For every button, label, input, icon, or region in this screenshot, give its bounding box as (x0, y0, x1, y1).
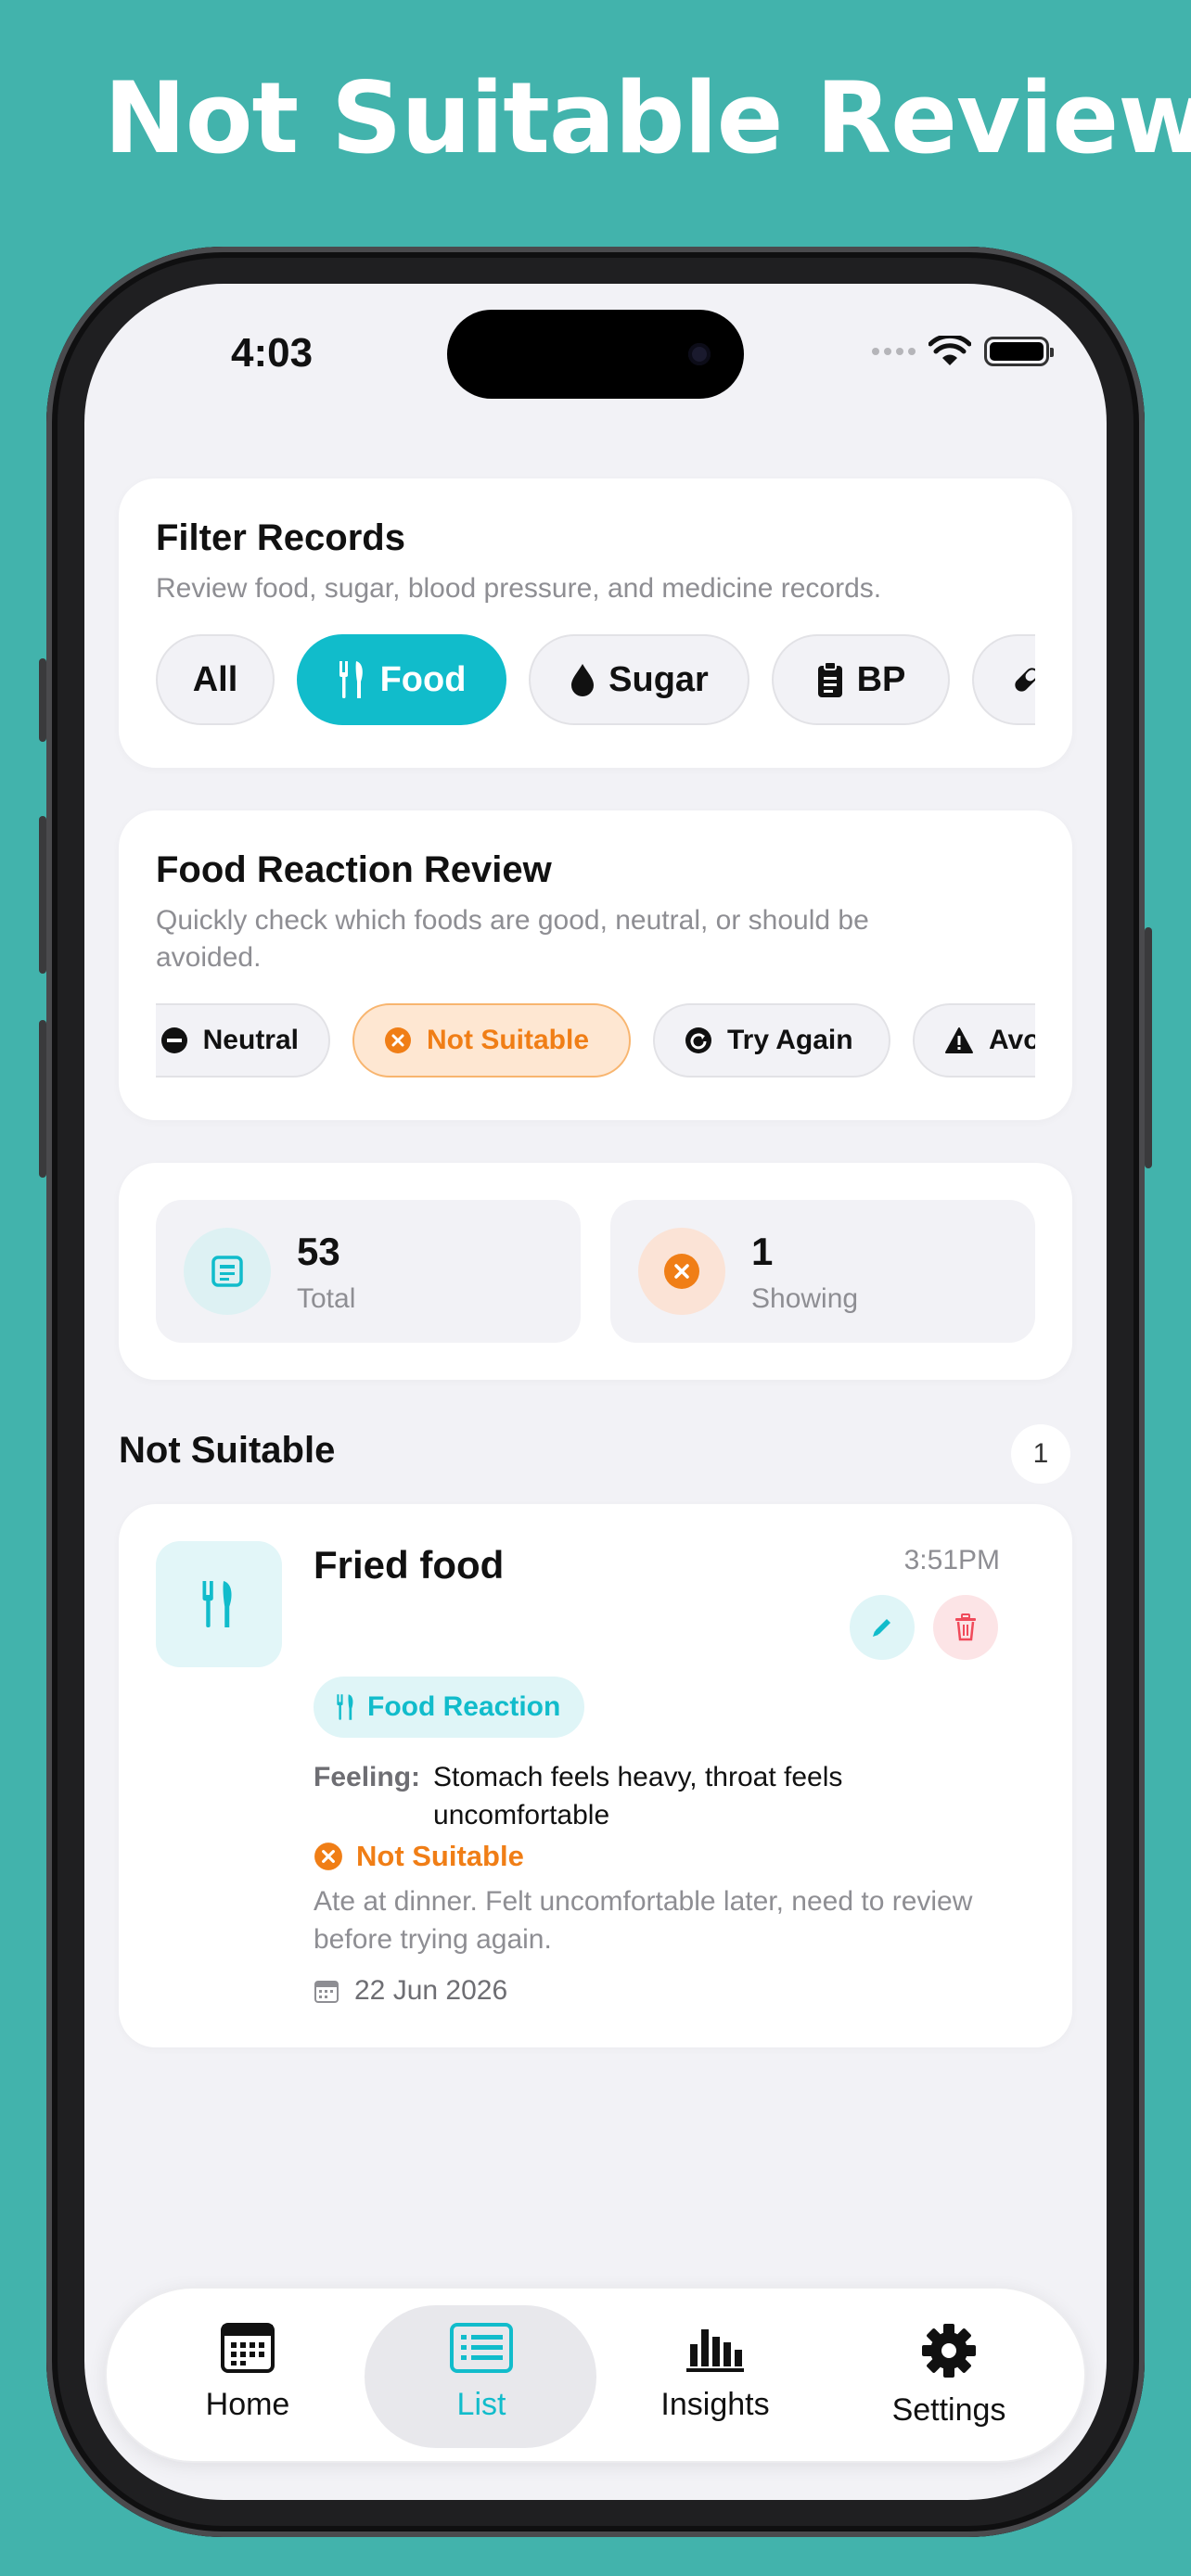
filter-chip-all[interactable]: All (156, 634, 275, 725)
fork-knife-icon (202, 1581, 232, 1627)
record-note: Ate at dinner. Felt uncomfortable later,… (314, 1886, 973, 1955)
x-circle-icon (385, 1027, 411, 1053)
tab-settings[interactable]: Settings (856, 2322, 1042, 2429)
record-date: 22 Jun 2026 (314, 1975, 507, 2007)
stat-total: 53 Total (156, 1200, 581, 1343)
record-card[interactable]: Fried food 3:51PM Food Reaction Feeling:… (119, 1504, 1072, 2047)
reaction-chip-avoid[interactable]: Avo (913, 1003, 1035, 1078)
filter-chip-food[interactable]: Food (297, 634, 506, 725)
filter-subtitle: Review food, sugar, blood pressure, and … (156, 573, 882, 604)
list-icon (450, 2323, 513, 2373)
reaction-chip-try-again[interactable]: Try Again (653, 1003, 890, 1078)
trash-icon (955, 1613, 976, 1641)
phone-screen: 4:03 Filter Records Review food, sugar, … (84, 284, 1107, 2500)
section-count-badge: 1 (1011, 1424, 1070, 1484)
tab-list[interactable]: List (389, 2322, 574, 2423)
stat-showing-value: 1 (751, 1230, 774, 1273)
status-time: 4:03 (231, 330, 314, 376)
food-record-icon (156, 1541, 282, 1667)
filter-card: Filter Records Review food, sugar, blood… (119, 478, 1072, 768)
filter-chip-sugar[interactable]: Sugar (529, 634, 749, 725)
stat-showing-label: Showing (751, 1283, 859, 1314)
clipboard-icon (817, 661, 842, 697)
tab-home[interactable]: Home (155, 2322, 340, 2423)
tab-insights[interactable]: Insights (622, 2322, 808, 2423)
filter-chip-row[interactable]: All Food Sugar BP (156, 634, 1035, 725)
battery-icon (984, 337, 1054, 366)
retry-icon (685, 1027, 711, 1053)
record-title: Fried food (314, 1543, 505, 1587)
stats-card: 53 Total 1 Showing (119, 1163, 1072, 1380)
reaction-subtitle: Quickly check which foods are good, neut… (156, 905, 869, 973)
reaction-chip-row[interactable]: Neutral Not Suitable Try Again Avo (156, 1003, 1035, 1081)
fork-knife-icon (337, 1694, 353, 1720)
delete-button[interactable] (933, 1595, 998, 1660)
records-icon (184, 1228, 271, 1315)
filter-chip-medicine[interactable] (972, 634, 1035, 725)
x-circle-icon (638, 1228, 725, 1315)
stat-total-label: Total (297, 1283, 356, 1314)
record-type-tag: Food Reaction (314, 1677, 585, 1738)
phone-volume-up (39, 816, 46, 974)
stat-showing: 1 Showing (610, 1200, 1035, 1343)
drop-icon (571, 664, 595, 696)
phone-action-button (39, 658, 46, 742)
dynamic-island (447, 310, 744, 399)
pill-icon (1015, 668, 1035, 692)
warning-icon (945, 1027, 973, 1053)
bar-chart-icon (686, 2329, 744, 2372)
page-headline: Not Suitable Review (104, 61, 1191, 175)
feeling-value: Stomach feels heavy, throat feels uncomf… (433, 1762, 843, 1830)
wifi-icon (928, 336, 971, 365)
fork-knife-icon (339, 661, 363, 698)
reaction-title: Food Reaction Review (156, 849, 552, 890)
status-icons (872, 336, 1054, 367)
minus-circle-icon (160, 1027, 187, 1053)
edit-button[interactable] (850, 1595, 915, 1660)
gear-icon (922, 2324, 976, 2378)
section-title: Not Suitable (119, 1430, 336, 1471)
calendar-icon (221, 2323, 275, 2373)
phone-power-button (1145, 927, 1152, 1168)
phone-volume-down (39, 1020, 46, 1178)
calendar-icon (314, 1981, 339, 2003)
tab-bar: Home List Insights Settings (105, 2287, 1086, 2463)
record-feeling: Feeling: Stomach feels heavy, throat fee… (314, 1758, 1000, 1834)
filter-chip-bp[interactable]: BP (772, 634, 950, 725)
stat-total-value: 53 (297, 1230, 340, 1273)
reaction-card: Food Reaction Review Quickly check which… (119, 810, 1072, 1120)
feeling-label: Feeling: (314, 1762, 421, 1792)
record-time: 3:51PM (903, 1545, 1000, 1575)
filter-title: Filter Records (156, 517, 405, 558)
signal-icon (872, 348, 916, 355)
reaction-chip-neutral[interactable]: Neutral (156, 1003, 330, 1078)
x-circle-icon (314, 1843, 342, 1870)
record-status: Not Suitable (314, 1840, 524, 1873)
reaction-chip-not-suitable[interactable]: Not Suitable (352, 1003, 631, 1078)
pencil-icon (873, 1619, 890, 1637)
